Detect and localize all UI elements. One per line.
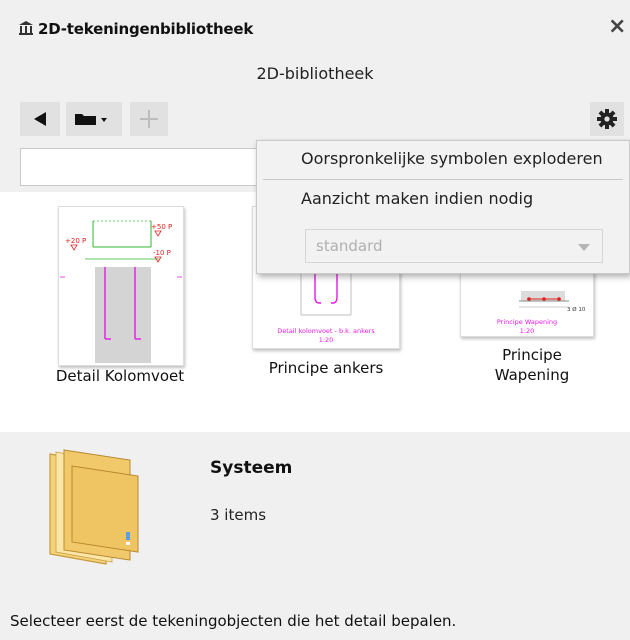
window-title: 2D-tekeningenbibliotheek: [38, 20, 254, 38]
status-message: Selecteer eerst de tekeningobjecten die …: [10, 612, 457, 630]
menu-item-create-view[interactable]: Aanzicht maken indien nodig: [257, 189, 630, 208]
wapening-dim-label: 3 Ø 10: [567, 306, 586, 313]
library-icon: [19, 21, 33, 35]
chevron-down-icon: [578, 244, 590, 251]
level-left-label: +20 P: [65, 237, 86, 245]
folder-icon: [49, 449, 139, 565]
gear-icon: [597, 109, 617, 129]
menu-item-explode-symbols[interactable]: Oorspronkelijke symbolen exploderen: [257, 149, 630, 168]
wapening-caption: Principe Wapening: [497, 318, 557, 326]
item-label-principe-ankers: Principe ankers: [268, 359, 384, 377]
detail-kolomvoet-drawing: +50 P +20 P -10 P: [60, 220, 182, 363]
view-style-value: standard: [316, 237, 383, 255]
menu-separator: [263, 179, 623, 180]
view-style-select[interactable]: standard: [305, 229, 603, 263]
settings-button[interactable]: [590, 102, 624, 136]
close-button[interactable]: ×: [608, 14, 630, 40]
item-label-principe-wapening: Principe Wapening: [494, 346, 570, 384]
library-subtitle: 2D-bibliotheek: [256, 64, 374, 83]
ankers-caption: Detail kolomvoet - b.k. ankers: [277, 327, 375, 335]
thumbnail-detail-kolomvoet[interactable]: +50 P +20 P -10 P: [58, 206, 184, 366]
selection-count: 3 items: [210, 506, 267, 524]
item-label-detail-kolomvoet: Detail Kolomvoet: [55, 367, 185, 385]
folder-dropdown-icon: [75, 114, 107, 125]
add-button[interactable]: [130, 102, 168, 136]
folder-dropdown-button[interactable]: [66, 102, 122, 136]
ankers-scale: 1:20: [319, 336, 334, 344]
title-bar: 2D-tekeningenbibliotheek ×: [0, 0, 630, 60]
level-top-label: +50 P: [151, 223, 172, 231]
settings-menu: Oorspronkelijke symbolen exploderen Aanz…: [256, 140, 630, 274]
triangle-left-icon: [34, 112, 46, 126]
back-button[interactable]: [20, 102, 60, 136]
status-bar: Selecteer eerst de tekeningobjecten die …: [0, 598, 630, 640]
selection-info-panel: Systeem 3 items: [0, 432, 630, 598]
selection-name: Systeem: [210, 458, 293, 478]
plus-icon: [140, 110, 158, 128]
wapening-scale: 1:20: [520, 327, 535, 335]
level-bottom-label: -10 P: [153, 249, 171, 257]
